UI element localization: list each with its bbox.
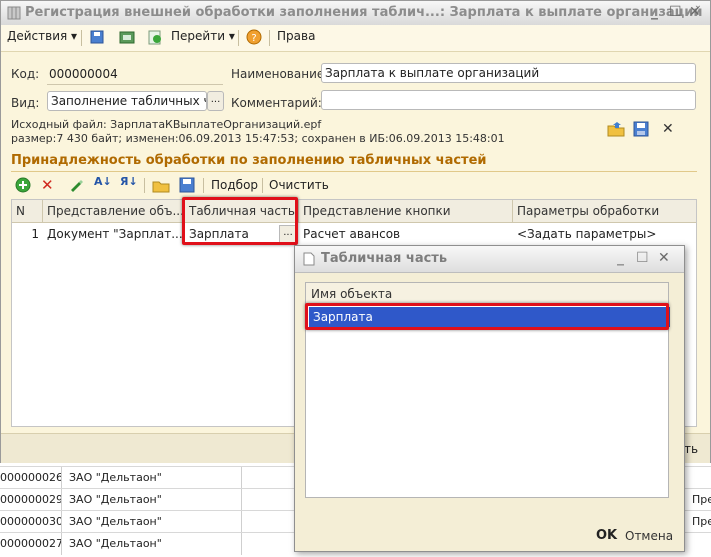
tabular-part-dialog: Табличная часть _ ☐ ✕ Имя объекта Зарпла… — [294, 245, 685, 552]
grid-toolbar-separator — [203, 178, 204, 193]
add-row-icon[interactable] — [15, 177, 31, 196]
type-select-button[interactable]: ... — [207, 91, 224, 111]
source-file-meta: размер:7 430 байт; изменен:06.09.2013 15… — [11, 132, 505, 145]
section-divider — [11, 171, 697, 172]
save-close-icon[interactable] — [89, 29, 105, 45]
row-extra: Пре — [692, 493, 711, 506]
delete-row-icon[interactable]: ✕ — [41, 176, 54, 194]
type-field[interactable]: Заполнение табличных час — [47, 91, 207, 111]
bottom-button-fragment[interactable]: ть — [684, 442, 698, 456]
cell-button[interactable]: Расчет авансов — [299, 223, 513, 245]
column-header-params[interactable]: Параметры обработки — [513, 200, 696, 222]
rights-button[interactable]: Права — [277, 29, 315, 43]
row-name: ЗАО "Дельтаон" — [67, 511, 242, 533]
object-name-header[interactable]: Имя объекта — [306, 283, 668, 305]
row-code: 000000026 — [0, 467, 62, 489]
column-header-n[interactable]: N — [12, 200, 43, 222]
close-icon[interactable]: ✕ — [689, 4, 701, 20]
toolbar-separator — [238, 30, 239, 46]
name-label: Наименование: — [231, 67, 329, 81]
cell-object[interactable]: Документ "Зарплат... — [43, 223, 185, 245]
delete-file-icon[interactable]: ✕ — [662, 121, 674, 137]
sort-ascending-icon[interactable]: А↓ — [94, 175, 112, 188]
source-file-info: Исходный файл: ЗарплатаКВыплатеОрганизац… — [11, 118, 322, 131]
comment-field[interactable] — [321, 90, 696, 110]
maximize-icon[interactable]: ☐ — [636, 250, 649, 266]
code-label: Код: — [11, 67, 40, 81]
save-file-icon[interactable] — [633, 121, 649, 140]
open-file-icon[interactable] — [607, 121, 625, 140]
sort-descending-icon[interactable]: Я↓ — [120, 175, 138, 188]
dialog-title: Табличная часть — [321, 251, 448, 266]
maximize-icon[interactable]: ☐ — [669, 4, 682, 20]
code-value[interactable]: 000000004 — [49, 67, 118, 81]
name-field[interactable]: Зарплата к выплате организаций — [321, 63, 696, 83]
dialog-title-bar[interactable]: Табличная часть _ ☐ ✕ — [295, 246, 684, 273]
toolbar: Действия ▾ Перейти ▾ ? Права — [1, 25, 710, 52]
highlight-frame — [305, 303, 669, 330]
row-name: ЗАО "Дельтаон" — [67, 533, 242, 555]
row-code: 000000030 — [0, 511, 62, 533]
open-folder-icon[interactable] — [152, 177, 170, 196]
select-button[interactable]: Подбор — [211, 178, 258, 192]
window-title: Регистрация внешней обработки заполнения… — [25, 5, 703, 20]
highlight-frame — [182, 197, 298, 245]
goto-label: Перейти — [171, 29, 225, 43]
minimize-icon[interactable]: _ — [617, 250, 624, 266]
row-name: ЗАО "Дельтаон" — [67, 467, 242, 489]
refresh-icon[interactable] — [147, 29, 163, 45]
title-bar[interactable]: Регистрация внешней обработки заполнения… — [1, 1, 710, 26]
toolbar-separator — [81, 30, 82, 46]
table-row[interactable]: 1 Документ "Зарплат... Зарплата ... Расч… — [12, 223, 696, 245]
minimize-icon[interactable]: _ — [651, 4, 658, 20]
toolbar-separator — [269, 30, 270, 46]
row-name: ЗАО "Дельтаон" — [67, 489, 242, 511]
cell-params[interactable]: <Задать параметры> — [513, 223, 696, 245]
row-code: 000000027 — [0, 533, 62, 555]
clear-button[interactable]: Очистить — [269, 178, 329, 192]
svg-text:?: ? — [251, 33, 256, 44]
cell-n: 1 — [31, 227, 39, 241]
help-icon[interactable]: ? — [246, 29, 262, 45]
actions-label: Действия — [7, 29, 68, 43]
type-label: Вид: — [11, 96, 40, 110]
column-header-object[interactable]: Представление объ... — [43, 200, 185, 222]
comment-label: Комментарий: — [231, 96, 322, 110]
save-icon[interactable] — [119, 29, 135, 45]
grid-header: N Представление объ... Табличная часть П… — [12, 200, 696, 223]
row-extra: Пре — [692, 515, 711, 528]
close-icon[interactable]: ✕ — [658, 250, 670, 266]
cancel-button[interactable]: Отмена — [625, 529, 673, 543]
edit-row-icon[interactable] — [68, 177, 84, 196]
section-title: Принадлежность обработки по заполнению т… — [11, 153, 487, 168]
document-icon — [303, 252, 315, 269]
save-grid-icon[interactable] — [179, 177, 195, 196]
code-underline — [47, 84, 223, 85]
ok-button[interactable]: OK — [596, 528, 617, 543]
row-code: 000000029 — [0, 489, 62, 511]
grid-toolbar-separator — [144, 178, 145, 193]
goto-menu[interactable]: Перейти ▾ — [171, 29, 235, 43]
processing-icon — [7, 6, 21, 23]
grid-toolbar-separator — [262, 178, 263, 193]
actions-menu[interactable]: Действия ▾ — [7, 29, 77, 43]
column-header-button[interactable]: Представление кнопки — [299, 200, 513, 222]
